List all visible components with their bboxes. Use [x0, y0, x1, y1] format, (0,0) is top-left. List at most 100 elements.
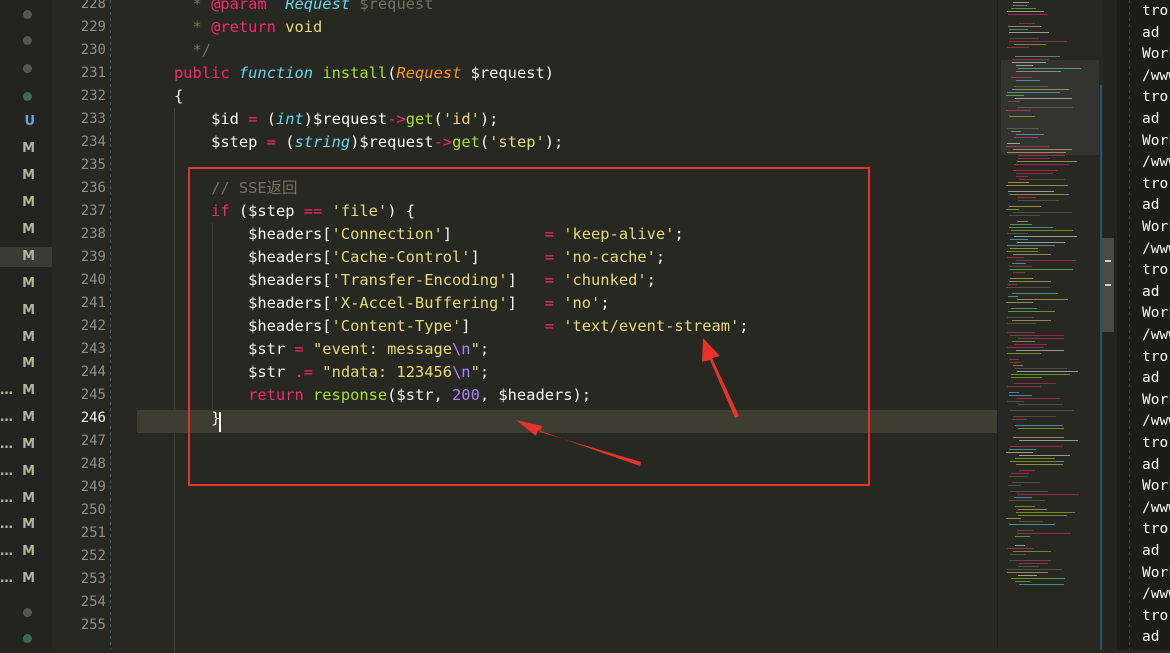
minimap-line: [1008, 14, 1048, 15]
minimap-line: [1012, 293, 1058, 294]
minimap-line: [1019, 440, 1078, 441]
minimap-line: [1007, 47, 1029, 48]
terminal-output-line: tro: [1142, 89, 1169, 106]
minimap-line: [1016, 512, 1075, 513]
terminal-output-line: tro: [1142, 175, 1169, 192]
terminal-output-line: ad: [1142, 370, 1160, 387]
minimap-line: [1007, 548, 1034, 549]
minimap-line: [1013, 212, 1072, 213]
minimap-line: [1016, 176, 1028, 177]
minimap-line: [1013, 5, 1027, 6]
terminal-output-line: /www: [1142, 327, 1170, 343]
minimap-line: [1008, 311, 1055, 312]
minimap-line: [1015, 506, 1035, 507]
minimap-line: [1008, 191, 1054, 192]
minimap-line: [1013, 272, 1025, 273]
minimap-line: [1006, 302, 1033, 303]
minimap-line: [1009, 281, 1051, 282]
minimap-line: [1018, 158, 1050, 159]
minimap-line: [1016, 350, 1064, 351]
terminal-output-line: /www: [1142, 586, 1170, 603]
minimap-line: [1014, 44, 1046, 45]
minimap-line: [1010, 410, 1074, 411]
minimap-line: [1013, 365, 1023, 366]
minimap-line: [1006, 209, 1019, 210]
minimap-line: [1015, 536, 1030, 537]
minimap-line: [1007, 569, 1062, 570]
minimap-line: [1015, 545, 1025, 546]
minimap-line: [1009, 560, 1051, 561]
minimap-line: [1009, 476, 1028, 477]
scrollbar-track-marker: [1100, 85, 1102, 650]
minimap-line: [1011, 473, 1029, 474]
minimap-line: [1015, 56, 1060, 57]
minimap-line: [1013, 551, 1051, 552]
minimap-line: [1015, 425, 1063, 426]
minimap-line: [1010, 554, 1026, 555]
minimap-line: [1018, 155, 1065, 156]
terminal-output-line: /www: [1142, 499, 1170, 516]
minimap-line: [1017, 242, 1065, 243]
minimap-line: [1015, 368, 1067, 369]
minimap-line: [1018, 428, 1064, 429]
minimap-line: [1017, 221, 1028, 222]
minimap-line: [1006, 287, 1050, 288]
terminal-output-line: Work: [1142, 478, 1170, 495]
minimap-line: [1019, 521, 1043, 522]
minimap-line: [1011, 8, 1036, 9]
minimap-line: [1018, 575, 1037, 576]
minimap-line: [1010, 461, 1064, 462]
terminal-output-line: tro: [1142, 262, 1169, 279]
minimap-line: [1018, 200, 1059, 201]
minimap-line: [1015, 581, 1030, 582]
minimap-line: [1009, 32, 1049, 33]
terminal-output-line: /www: [1142, 154, 1170, 171]
minimap-line: [1007, 257, 1024, 258]
terminal-output-line: Work: [1142, 219, 1170, 235]
minimap-line: [1007, 386, 1041, 387]
minimap-line: [1016, 260, 1076, 261]
terminal-output-line: ad: [1142, 24, 1160, 41]
minimap-line: [1009, 449, 1036, 450]
minimap-line: [1007, 401, 1024, 402]
terminal-output-line: ad: [1142, 197, 1160, 214]
minimap-line: [1009, 206, 1041, 207]
minimap-line: [1013, 2, 1029, 3]
minimap-line: [1012, 482, 1040, 483]
minimap-line: [1007, 284, 1017, 285]
minimap-line: [1009, 500, 1045, 501]
minimap-line: [1017, 533, 1071, 534]
annotation-arrow-right: [702, 338, 739, 418]
minimap-line: [1009, 29, 1028, 30]
minimap-line: [1010, 239, 1028, 240]
minimap-line: [1018, 566, 1039, 567]
minimap-line: [1009, 215, 1040, 216]
minimap-line: [1007, 11, 1044, 12]
minimap-line: [1016, 398, 1060, 399]
minimap-line: [1007, 233, 1028, 234]
minimap-line: [1007, 323, 1036, 324]
minimap-line: [1018, 509, 1047, 510]
minimap-line: [1014, 497, 1032, 498]
scrollbar-indicator: [1105, 260, 1111, 262]
minimap-line: [1019, 179, 1065, 180]
minimap-line: [1007, 332, 1035, 333]
minimap-line: [1006, 185, 1068, 186]
terminal-output-line: /www: [1142, 413, 1170, 430]
terminal-output-line: /www: [1142, 67, 1170, 84]
minimap-line: [1007, 245, 1055, 246]
scrollbar-indicator: [1105, 284, 1111, 286]
minimap-line: [1016, 464, 1063, 465]
minimap-line: [1009, 395, 1032, 396]
minimap-line: [1017, 494, 1079, 495]
minimap-viewport[interactable]: [1001, 60, 1099, 155]
minimap-line: [1012, 419, 1027, 420]
minimap-line: [1015, 458, 1055, 459]
minimap-line: [1014, 383, 1056, 384]
minimap-line: [1018, 404, 1063, 405]
minimap-line: [1019, 23, 1035, 24]
minimap-line: [1012, 341, 1035, 342]
minimap-line: [1007, 353, 1041, 354]
minimap-line: [1013, 170, 1058, 171]
minimap-line: [1009, 227, 1053, 228]
